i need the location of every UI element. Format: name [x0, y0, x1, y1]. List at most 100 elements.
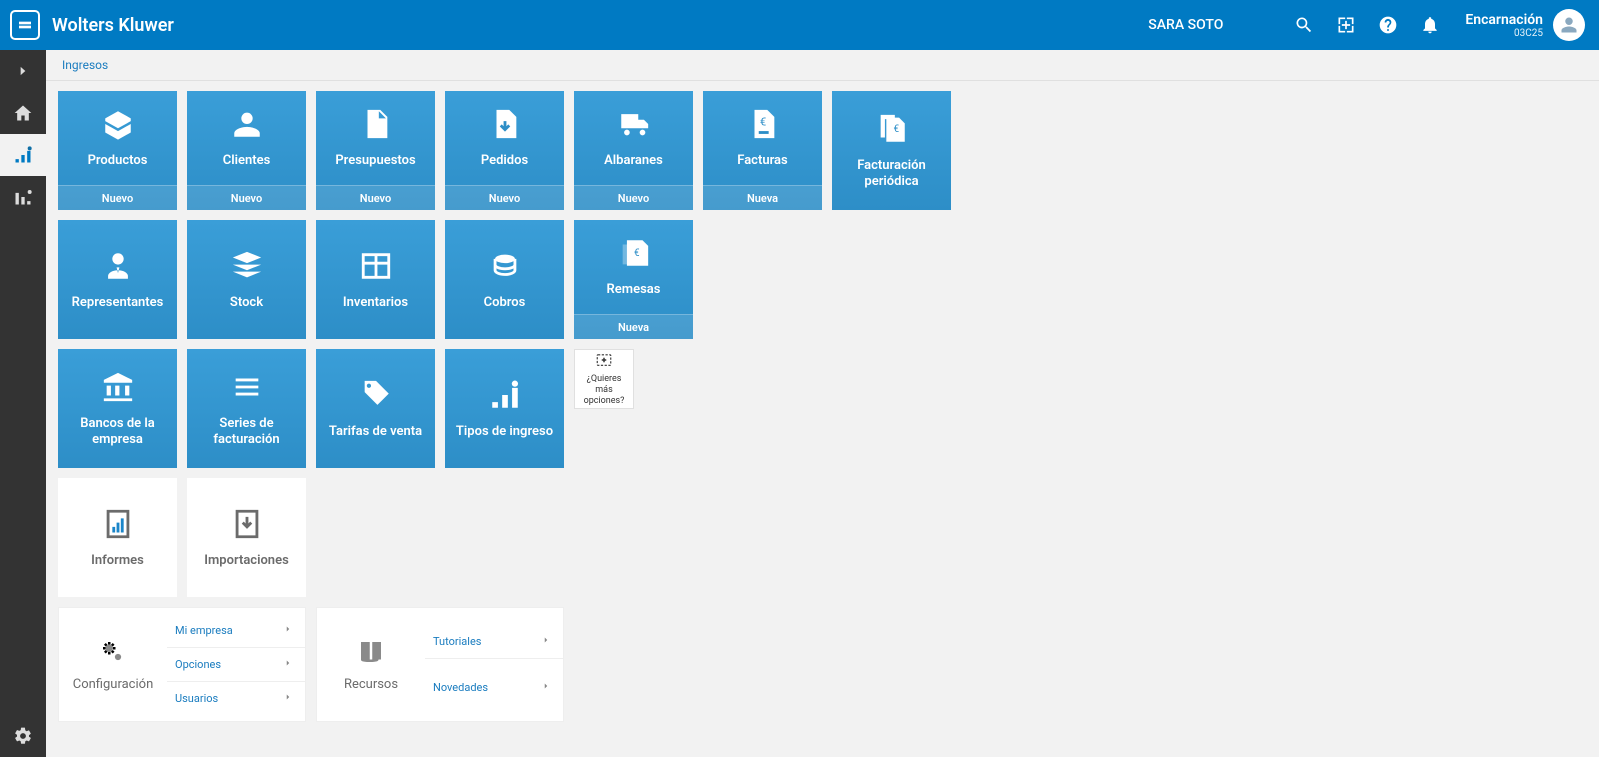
- doc-arrow-icon: [359, 107, 393, 153]
- tile-inventarios[interactable]: Inventarios: [316, 220, 435, 339]
- box-icon: [101, 107, 135, 153]
- user-code: 03C25: [1465, 28, 1543, 39]
- tile-representantes[interactable]: Representantes: [58, 220, 177, 339]
- avatar-icon: [1553, 9, 1585, 41]
- sidebar-item-gastos[interactable]: [0, 176, 46, 218]
- tile-label: Series de facturación: [187, 416, 306, 447]
- panel-link-tutoriales[interactable]: Tutoriales: [425, 625, 563, 659]
- panel-link-label: Mi empresa: [175, 624, 233, 637]
- panel-title: Configuración: [73, 677, 154, 692]
- tag-icon: [359, 378, 393, 424]
- tile-facturas-new-button[interactable]: Nueva: [703, 185, 822, 210]
- help-icon[interactable]: [1367, 0, 1409, 50]
- notifications-icon[interactable]: [1409, 0, 1451, 50]
- chevron-right-icon: [541, 635, 551, 648]
- coins-icon: [488, 249, 522, 295]
- tile-label: Stock: [226, 295, 267, 311]
- breadcrumb[interactable]: Ingresos: [46, 50, 1599, 81]
- panel-link-opciones[interactable]: Opciones: [167, 648, 305, 682]
- panel-link-label: Tutoriales: [433, 635, 481, 648]
- truck-doc-icon: [617, 107, 651, 153]
- tile-label: Tipos de ingreso: [452, 424, 557, 440]
- report-icon: [101, 507, 135, 553]
- tile-tipos-de-ingreso[interactable]: Tipos de ingreso: [445, 349, 564, 468]
- tile-label: Representantes: [68, 295, 168, 311]
- tile-label: Productos: [84, 153, 152, 169]
- user-name: Encarnación: [1465, 12, 1543, 28]
- chevron-right-icon: [283, 658, 293, 671]
- user-menu[interactable]: Encarnación 03C25: [1451, 9, 1599, 41]
- brand-name: Wolters Kluwer: [52, 15, 174, 36]
- tile-label: Inventarios: [339, 295, 412, 311]
- tile-clientes-new-button[interactable]: Nuevo: [187, 185, 306, 210]
- add-icon: [593, 351, 615, 374]
- remit-icon: [617, 236, 651, 282]
- company-name[interactable]: SARA SOTO: [1148, 17, 1223, 33]
- tile-label: Facturación periódica: [832, 158, 951, 189]
- tile-label: Presupuestos: [331, 153, 419, 169]
- book-icon: [356, 637, 386, 677]
- stack-icon: [230, 249, 264, 295]
- person-icon: [230, 107, 264, 153]
- chevron-right-icon: [283, 692, 293, 705]
- tile-label: Pedidos: [477, 153, 532, 169]
- tile-importaciones[interactable]: Importaciones: [187, 478, 306, 597]
- panel-link-label: Novedades: [433, 681, 488, 694]
- tile-tarifas-de-venta[interactable]: Tarifas de venta: [316, 349, 435, 468]
- panel-recursos: Recursos Tutoriales Novedades: [316, 607, 564, 722]
- list-icon: [230, 370, 264, 416]
- tile-stock[interactable]: Stock: [187, 220, 306, 339]
- tile-series-de-facturaci-n[interactable]: Series de facturación: [187, 349, 306, 468]
- inventory-icon: [359, 249, 393, 295]
- tile-label: Informes: [87, 553, 148, 569]
- tile-albaranes[interactable]: Albaranes Nuevo: [574, 91, 693, 210]
- tile-albaranes-new-button[interactable]: Nuevo: [574, 185, 693, 210]
- rep-icon: [101, 249, 135, 295]
- chevron-right-icon: [541, 681, 551, 694]
- invoice-multi-icon: [875, 112, 909, 158]
- sidebar-item-home[interactable]: [0, 92, 46, 134]
- tile-cobros[interactable]: Cobros: [445, 220, 564, 339]
- tile-remesas-new-button[interactable]: Nueva: [574, 314, 693, 339]
- sidebar: [0, 50, 46, 757]
- chevron-right-icon: [283, 624, 293, 637]
- panel-link-usuarios[interactable]: Usuarios: [167, 682, 305, 715]
- tile-presupuestos-new-button[interactable]: Nuevo: [316, 185, 435, 210]
- tile-informes[interactable]: Informes: [58, 478, 177, 597]
- tile-clientes[interactable]: Clientes Nuevo: [187, 91, 306, 210]
- gears-icon: [98, 637, 128, 677]
- tile-pedidos[interactable]: Pedidos Nuevo: [445, 91, 564, 210]
- panel-link-label: Usuarios: [175, 692, 218, 705]
- main-content: Ingresos ProductosNuevoClientesNuevoPres…: [46, 50, 1599, 757]
- tile-label: ¿Quieres más opciones?: [575, 374, 633, 406]
- sidebar-item-settings[interactable]: [0, 715, 46, 757]
- sidebar-expand[interactable]: [0, 50, 46, 92]
- tile-label: Tarifas de venta: [325, 424, 426, 440]
- tile-facturas[interactable]: Facturas Nueva: [703, 91, 822, 210]
- bank-icon: [101, 370, 135, 416]
- panel-title: Recursos: [344, 677, 398, 692]
- panel-link-mi-empresa[interactable]: Mi empresa: [167, 614, 305, 648]
- panel-link-label: Opciones: [175, 658, 221, 671]
- sidebar-item-ingresos[interactable]: [0, 134, 46, 176]
- tile-presupuestos[interactable]: Presupuestos Nuevo: [316, 91, 435, 210]
- header: Wolters Kluwer SARA SOTO Encarnación 03C…: [0, 0, 1599, 50]
- tile-bancos-de-la-empresa[interactable]: Bancos de la empresa: [58, 349, 177, 468]
- tile-label: Bancos de la empresa: [58, 416, 177, 447]
- search-icon[interactable]: [1283, 0, 1325, 50]
- tile-label: Facturas: [733, 153, 791, 169]
- tile-facturaci-n-peri-dica[interactable]: Facturación periódica: [832, 91, 951, 210]
- tile-productos-new-button[interactable]: Nuevo: [58, 185, 177, 210]
- import-icon: [230, 507, 264, 553]
- doc-in-icon: [488, 107, 522, 153]
- tile-more-options[interactable]: ¿Quieres más opciones?: [574, 349, 634, 409]
- panel-configuraci-n: Configuración Mi empresa Opciones Usuari…: [58, 607, 306, 722]
- chart-up-icon: [488, 378, 522, 424]
- tile-remesas[interactable]: RemesasNueva: [574, 220, 693, 339]
- tile-label: Albaranes: [600, 153, 667, 169]
- tile-productos[interactable]: Productos Nuevo: [58, 91, 177, 210]
- tile-pedidos-new-button[interactable]: Nuevo: [445, 185, 564, 210]
- panel-link-novedades[interactable]: Novedades: [425, 671, 563, 704]
- tile-label: Clientes: [219, 153, 275, 169]
- add-module-icon[interactable]: [1325, 0, 1367, 50]
